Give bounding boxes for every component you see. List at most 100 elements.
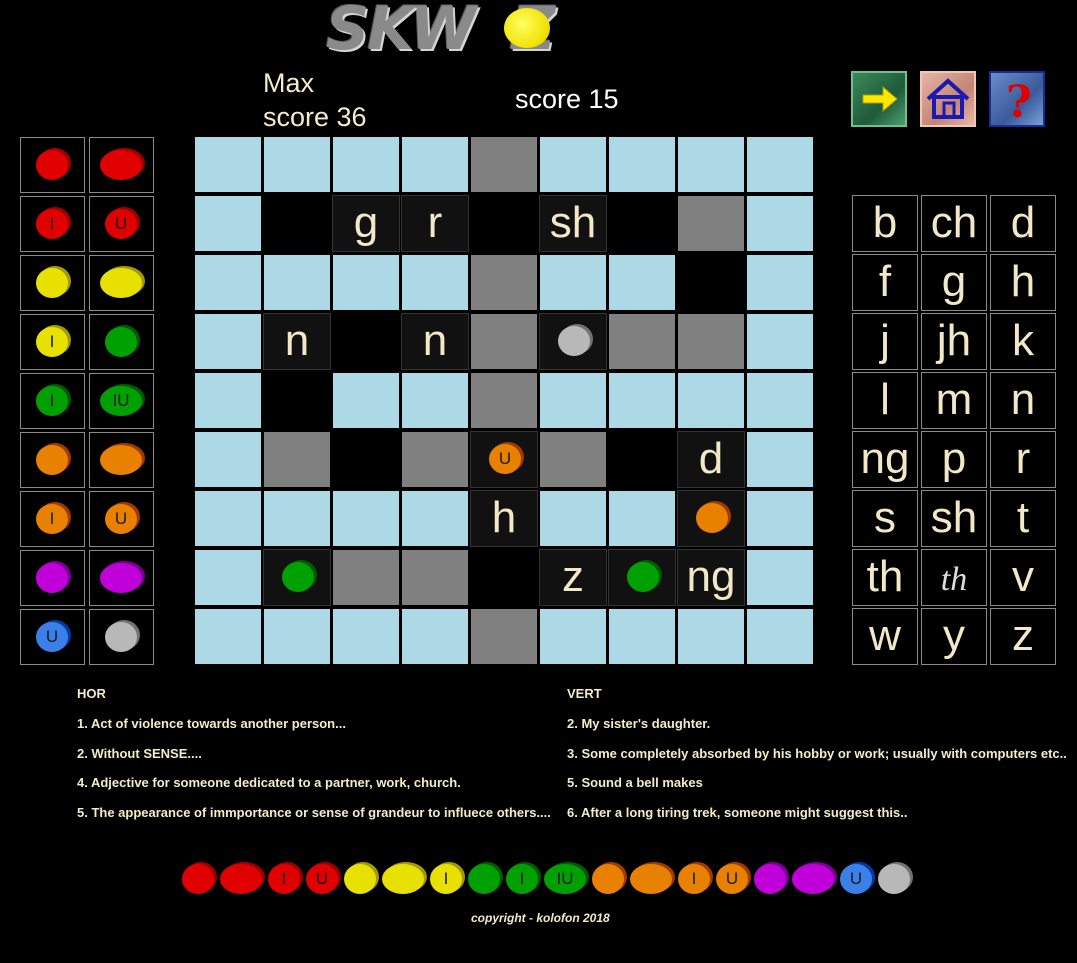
grid-cell[interactable]	[401, 136, 469, 193]
letter-tile[interactable]: h	[990, 254, 1056, 311]
grid-cell[interactable]	[263, 490, 331, 547]
grid-cell[interactable]	[470, 608, 538, 665]
home-button[interactable]	[920, 71, 976, 127]
grid-cell[interactable]	[332, 313, 400, 370]
help-button[interactable]: ?	[989, 71, 1045, 127]
letter-tile[interactable]: m	[921, 372, 987, 429]
grid-cell[interactable]: r	[401, 195, 469, 252]
palette-cell[interactable]: U	[20, 609, 85, 665]
grid-cell[interactable]	[677, 136, 745, 193]
palette-cell[interactable]	[89, 550, 154, 606]
grid-cell[interactable]	[539, 136, 607, 193]
color-blob[interactable]	[36, 266, 71, 298]
grid-cell[interactable]	[332, 372, 400, 429]
grid-cell[interactable]: sh	[539, 195, 607, 252]
grid-cell[interactable]: n	[263, 313, 331, 370]
grid-cell[interactable]	[401, 254, 469, 311]
palette-cell[interactable]	[20, 137, 85, 193]
grid-cell[interactable]	[608, 549, 676, 606]
palette-cell[interactable]	[20, 255, 85, 311]
letter-tile[interactable]: th	[852, 549, 918, 606]
color-blob[interactable]: U	[36, 620, 71, 652]
grid-cell[interactable]	[746, 372, 814, 429]
grid-color-blob[interactable]	[558, 324, 593, 356]
letter-tile[interactable]: ng	[852, 431, 918, 488]
color-blob[interactable]: I	[36, 502, 71, 534]
key-color-blob[interactable]	[878, 862, 913, 894]
grid-cell[interactable]	[539, 254, 607, 311]
grid-color-blob[interactable]: U	[489, 442, 524, 474]
palette-cell[interactable]	[89, 609, 154, 665]
grid-cell[interactable]	[608, 608, 676, 665]
grid-cell[interactable]	[332, 136, 400, 193]
grid-cell[interactable]	[470, 372, 538, 429]
grid-cell[interactable]	[263, 372, 331, 429]
grid-cell[interactable]: h	[470, 490, 538, 547]
grid-cell[interactable]	[677, 490, 745, 547]
grid-cell[interactable]	[470, 195, 538, 252]
key-color-blob[interactable]	[344, 862, 379, 894]
palette-cell[interactable]	[89, 432, 154, 488]
key-color-blob[interactable]: U	[306, 862, 341, 894]
grid-cell[interactable]: z	[539, 549, 607, 606]
grid-cell[interactable]	[332, 254, 400, 311]
key-color-blob[interactable]: I	[430, 862, 465, 894]
grid-cell[interactable]	[539, 372, 607, 429]
grid-cell[interactable]	[401, 372, 469, 429]
letter-tile[interactable]: f	[852, 254, 918, 311]
grid-cell[interactable]	[746, 195, 814, 252]
letter-tile[interactable]: y	[921, 608, 987, 665]
grid-color-blob[interactable]	[696, 501, 731, 533]
letter-tile[interactable]: t	[990, 490, 1056, 547]
letter-tile[interactable]: p	[921, 431, 987, 488]
grid-cell[interactable]	[746, 313, 814, 370]
key-color-blob[interactable]	[182, 862, 217, 894]
palette-cell[interactable]	[20, 432, 85, 488]
grid-cell[interactable]	[194, 313, 262, 370]
grid-cell[interactable]	[539, 608, 607, 665]
key-color-blob[interactable]: I	[506, 862, 541, 894]
color-blob[interactable]	[105, 325, 140, 357]
grid-cell[interactable]	[677, 313, 745, 370]
grid-cell[interactable]	[194, 254, 262, 311]
grid-cell[interactable]	[194, 136, 262, 193]
key-color-blob[interactable]	[630, 862, 675, 894]
grid-cell[interactable]	[608, 313, 676, 370]
grid-cell[interactable]	[332, 549, 400, 606]
palette-cell[interactable]: IU	[89, 373, 154, 429]
letter-tile[interactable]: jh	[921, 313, 987, 370]
grid-cell[interactable]	[608, 490, 676, 547]
grid-cell[interactable]	[263, 549, 331, 606]
grid-cell[interactable]	[677, 254, 745, 311]
color-blob[interactable]: IU	[100, 384, 145, 416]
letter-tile[interactable]: l	[852, 372, 918, 429]
color-blob[interactable]: I	[36, 384, 71, 416]
grid-cell[interactable]	[401, 431, 469, 488]
letter-tile[interactable]: s	[852, 490, 918, 547]
grid-cell[interactable]	[677, 372, 745, 429]
grid-cell[interactable]	[470, 549, 538, 606]
grid-cell[interactable]	[539, 490, 607, 547]
grid-color-blob[interactable]	[282, 560, 317, 592]
color-blob[interactable]	[100, 561, 145, 593]
letter-tile[interactable]: w	[852, 608, 918, 665]
key-color-blob[interactable]	[592, 862, 627, 894]
letter-tile[interactable]: j	[852, 313, 918, 370]
grid-cell[interactable]: d	[677, 431, 745, 488]
key-color-blob[interactable]	[754, 862, 789, 894]
grid-cell[interactable]	[194, 195, 262, 252]
grid-cell[interactable]	[677, 195, 745, 252]
grid-cell[interactable]	[263, 608, 331, 665]
grid-cell[interactable]	[746, 136, 814, 193]
grid-cell[interactable]	[263, 431, 331, 488]
grid-cell[interactable]	[194, 608, 262, 665]
grid-cell[interactable]	[194, 549, 262, 606]
grid-cell[interactable]	[470, 136, 538, 193]
grid-cell[interactable]	[470, 254, 538, 311]
key-color-blob[interactable]	[220, 862, 265, 894]
palette-cell[interactable]: I	[20, 491, 85, 547]
letter-tile[interactable]: d	[990, 195, 1056, 252]
grid-cell[interactable]: ng	[677, 549, 745, 606]
next-button[interactable]	[851, 71, 907, 127]
letter-tile[interactable]: k	[990, 313, 1056, 370]
